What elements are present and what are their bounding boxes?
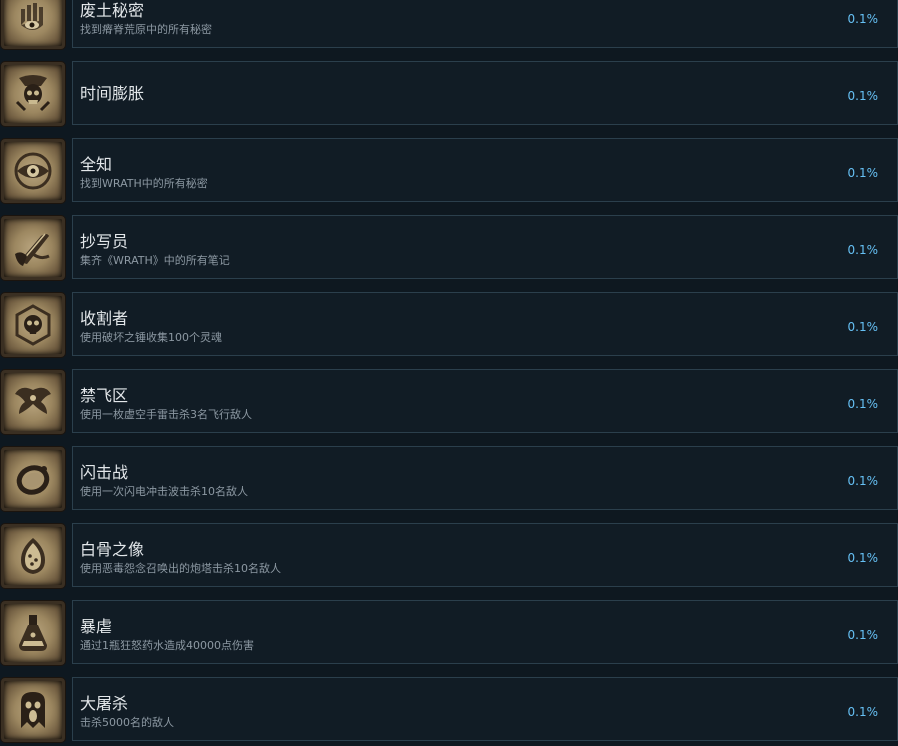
skull-hourglass-icon [1, 62, 65, 126]
achievement-row[interactable]: 暴虐 通过1瓶狂怒药水造成40000点伤害 0.1% [0, 600, 898, 666]
achievement-name: 白骨之像 [80, 540, 145, 559]
achievement-unlock-percent: 0.1% [847, 551, 879, 565]
achievement-row[interactable]: 禁飞区 使用一枚虚空手雷击杀3名飞行敌人 0.1% [0, 369, 898, 435]
scroll-quill-icon [1, 216, 65, 280]
achievement-panel: 收割者 使用破坏之锤收集100个灵魂 0.1% [72, 292, 898, 356]
achievement-description: 找到WRATH中的所有秘密 [80, 177, 208, 190]
achievement-description: 集齐《WRATH》中的所有笔记 [80, 254, 230, 267]
achievement-name: 收割者 [80, 309, 129, 328]
all-seeing-eye-icon [1, 139, 65, 203]
achievement-row[interactable]: 闪击战 使用一次闪电冲击波击杀10名敌人 0.1% [0, 446, 898, 512]
achievement-row[interactable]: 全知 找到WRATH中的所有秘密 0.1% [0, 138, 898, 204]
winged-creature-icon [1, 370, 65, 434]
achievement-name: 大屠杀 [80, 694, 129, 713]
eye-hand-icon [1, 0, 65, 49]
achievement-panel: 时间膨胀 0.1% [72, 61, 898, 125]
ring-icon [1, 447, 65, 511]
achievement-panel: 白骨之像 使用恶毒怨念召唤出的炮塔击杀10名敌人 0.1% [72, 523, 898, 587]
achievement-row[interactable]: 抄写员 集齐《WRATH》中的所有笔记 0.1% [0, 215, 898, 281]
achievement-panel: 禁飞区 使用一枚虚空手雷击杀3名飞行敌人 0.1% [72, 369, 898, 433]
achievement-description: 找到瘠脊荒原中的所有秘密 [80, 23, 212, 36]
bone-egg-icon [1, 524, 65, 588]
achievement-panel: 暴虐 通过1瓶狂怒药水造成40000点伤害 0.1% [72, 600, 898, 664]
achievement-unlock-percent: 0.1% [847, 474, 879, 488]
achievement-name: 禁飞区 [80, 386, 129, 405]
achievement-unlock-percent: 0.1% [847, 705, 879, 719]
achievement-description: 使用破坏之锤收集100个灵魂 [80, 331, 222, 344]
achievement-description: 使用恶毒怨念召唤出的炮塔击杀10名敌人 [80, 562, 281, 575]
achievement-name: 抄写员 [80, 232, 129, 251]
achievement-unlock-percent: 0.1% [847, 397, 879, 411]
achievement-unlock-percent: 0.1% [847, 628, 879, 642]
achievement-unlock-percent: 0.1% [847, 166, 879, 180]
achievement-name: 暴虐 [80, 617, 113, 636]
screaming-face-icon [1, 678, 65, 742]
achievement-name: 闪击战 [80, 463, 129, 482]
achievement-name: 全知 [80, 155, 113, 174]
achievement-panel: 大屠杀 击杀5000名的敌人 0.1% [72, 677, 898, 741]
achievement-panel: 抄写员 集齐《WRATH》中的所有笔记 0.1% [72, 215, 898, 279]
achievement-row[interactable]: 白骨之像 使用恶毒怨念召唤出的炮塔击杀10名敌人 0.1% [0, 523, 898, 589]
achievement-row[interactable]: 时间膨胀 0.1% [0, 61, 898, 127]
achievement-row[interactable]: 废土秘密 找到瘠脊荒原中的所有秘密 0.1% [0, 0, 898, 50]
achievement-list: 废土秘密 找到瘠脊荒原中的所有秘密 0.1% 时间膨胀 0.1% 全知 找到WR… [0, 0, 898, 746]
achievement-panel: 全知 找到WRATH中的所有秘密 0.1% [72, 138, 898, 202]
achievement-name: 废土秘密 [80, 1, 145, 20]
achievement-row[interactable]: 大屠杀 击杀5000名的敌人 0.1% [0, 677, 898, 743]
reaper-skull-icon [1, 293, 65, 357]
achievement-unlock-percent: 0.1% [847, 243, 879, 257]
achievement-unlock-percent: 0.1% [847, 12, 879, 26]
achievement-description: 击杀5000名的敌人 [80, 716, 174, 729]
achievement-description: 使用一次闪电冲击波击杀10名敌人 [80, 485, 248, 498]
achievement-unlock-percent: 0.1% [847, 320, 879, 334]
potion-flask-icon [1, 601, 65, 665]
achievement-unlock-percent: 0.1% [847, 89, 879, 103]
achievement-name: 时间膨胀 [80, 84, 145, 103]
achievement-row[interactable]: 收割者 使用破坏之锤收集100个灵魂 0.1% [0, 292, 898, 358]
achievement-panel: 废土秘密 找到瘠脊荒原中的所有秘密 0.1% [72, 0, 898, 48]
achievement-description: 使用一枚虚空手雷击杀3名飞行敌人 [80, 408, 252, 421]
achievement-description: 通过1瓶狂怒药水造成40000点伤害 [80, 639, 254, 652]
achievement-panel: 闪击战 使用一次闪电冲击波击杀10名敌人 0.1% [72, 446, 898, 510]
